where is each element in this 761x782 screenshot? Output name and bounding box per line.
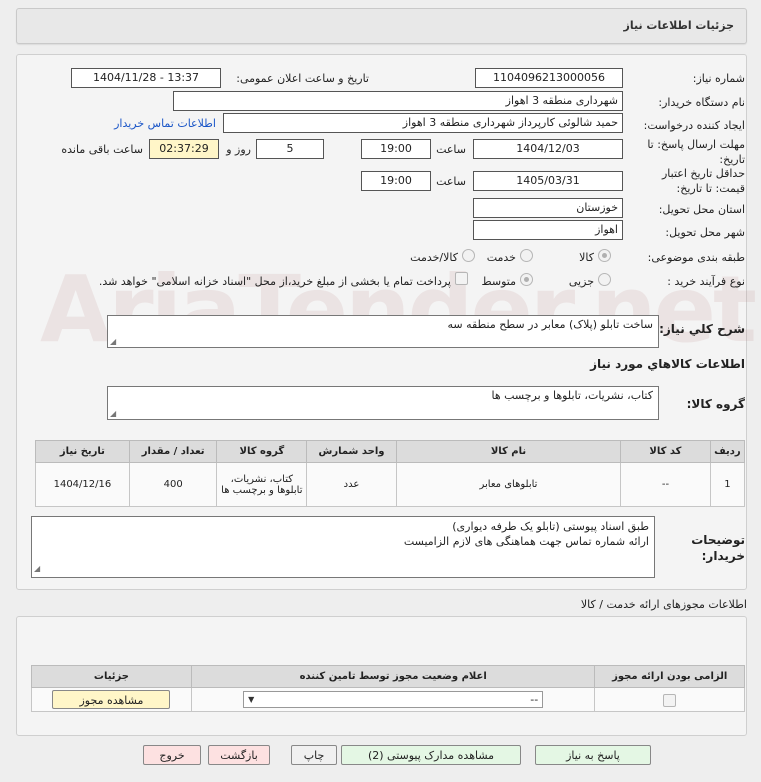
buyer-notes-textarea[interactable]: طبق اسناد پیوستی (تابلو یک طرفه دیواری) … xyxy=(31,516,655,578)
col-row: ردیف xyxy=(709,440,746,463)
process-radio-medium[interactable] xyxy=(520,273,533,286)
col-name: نام کالا xyxy=(395,440,622,463)
goods-table: ردیف کد کالا نام کالا واحد شمارش گروه کا… xyxy=(35,440,746,507)
validity-time-label: ساعت xyxy=(436,175,466,188)
remaining-time-label: ساعت باقی مانده xyxy=(61,143,143,156)
col-qty: تعداد / مقدار xyxy=(128,440,218,463)
cell-group: کتاب، نشریات، تابلوها و برچسب ها xyxy=(216,462,308,507)
category-label: طبقه بندی موضوعی: xyxy=(647,251,745,264)
resize-grip-icon[interactable]: ◢ xyxy=(110,337,116,346)
cell-date: 1404/12/16 xyxy=(35,462,130,507)
permit-status-select[interactable]: -- ▼ xyxy=(243,691,544,708)
page-header: جزئیات اطلاعات نیاز xyxy=(16,8,747,44)
cell-permit-required xyxy=(594,687,745,712)
chevron-down-icon: ▼ xyxy=(248,695,255,704)
reply-date-field[interactable]: 1404/12/03 xyxy=(473,139,623,159)
category-goods-service-label: کالا/خدمت xyxy=(410,251,458,264)
treasury-payment-checkbox[interactable] xyxy=(455,272,468,285)
exit-button[interactable]: خروج xyxy=(143,745,201,765)
cell-permit-status: -- ▼ xyxy=(190,687,596,712)
goods-group-textarea[interactable]: کتاب، نشریات، تابلوها و برچسب ها ◢ xyxy=(107,386,659,420)
cell-code: -- xyxy=(620,462,711,507)
goods-section-title: اطلاعات کالاهاي مورد نياز xyxy=(590,357,745,371)
days-label: روز و xyxy=(226,143,251,156)
treasury-payment-note: پرداخت تمام یا بخشی از مبلغ خرید،از محل … xyxy=(98,275,451,288)
resize-grip-icon[interactable]: ◢ xyxy=(110,409,116,418)
view-permit-button[interactable]: مشاهده مجوز xyxy=(52,690,171,709)
page-title: جزئیات اطلاعات نیاز xyxy=(623,19,735,32)
validity-time-field[interactable]: 19:00 xyxy=(361,171,431,191)
view-attachments-button[interactable]: مشاهده مدارک پیوستی (2) xyxy=(341,745,521,765)
cell-name: تابلوهای معابر xyxy=(395,462,622,507)
col-code: کد کالا xyxy=(620,440,711,463)
city-label: شهر محل تحویل: xyxy=(665,226,745,239)
permit-status-value: -- xyxy=(530,693,539,706)
col-permit-required: الزامی بودن ارائه مجوز xyxy=(594,665,745,688)
buyer-org-field[interactable]: شهرداری منطقه 3 اهواز xyxy=(173,91,623,111)
contact-buyer-link[interactable]: اطلاعات تماس خریدار xyxy=(114,117,216,130)
reply-time-label: ساعت xyxy=(436,143,466,156)
buyer-notes-line-2: ارائه شماره تماس جهت هماهنگی های لازم ال… xyxy=(403,535,649,548)
validity-date-field[interactable]: 1405/03/31 xyxy=(473,171,623,191)
summary-label: شرح کلي نياز: xyxy=(659,322,745,336)
col-group: گروه کالا xyxy=(216,440,308,463)
cell-permit-details: مشاهده مجوز xyxy=(31,687,192,712)
table-row[interactable]: 1 -- تابلوهای معابر عدد کتاب، نشریات، تا… xyxy=(35,462,746,507)
requester-field[interactable]: حمید شالوئی کارپرداز شهرداری منطقه 3 اهو… xyxy=(223,113,623,133)
goods-group-text: کتاب، نشریات، تابلوها و برچسب ها xyxy=(491,389,653,402)
process-minor-label: جزیی xyxy=(568,275,594,288)
col-permit-status: اعلام وضعیت مجوز توسط تامین کننده xyxy=(190,665,596,688)
col-unit: واحد شمارش xyxy=(306,440,397,463)
buyer-notes-label: توضیحات خریدار: xyxy=(691,533,745,563)
table-row: -- ▼ مشاهده مجوز xyxy=(31,687,745,712)
buyer-notes-line-1: طبق اسناد پیوستی (تابلو یک طرفه دیواری) xyxy=(452,520,649,533)
province-label: استان محل تحویل: xyxy=(658,203,745,216)
reply-to-need-button[interactable]: پاسخ به نیاز xyxy=(535,745,651,765)
need-number-field[interactable]: 1104096213000056 xyxy=(475,68,623,88)
col-permit-details: جزئیات xyxy=(31,665,192,688)
buyer-org-label: نام دستگاه خریدار: xyxy=(658,96,745,109)
announce-field[interactable]: 1404/11/28 - 13:37 xyxy=(71,68,221,88)
col-date: تاریخ نیاز xyxy=(35,440,130,463)
goods-group-label: گروه کالا: xyxy=(686,397,745,411)
goods-table-header: ردیف کد کالا نام کالا واحد شمارش گروه کا… xyxy=(35,440,746,463)
city-field[interactable]: اهواز xyxy=(473,220,623,240)
reply-deadline-label: مهلت ارسال پاسخ: تا تاریخ: xyxy=(647,138,745,166)
requester-label: ایجاد کننده درخواست: xyxy=(643,119,745,132)
need-number-label: شماره نیاز: xyxy=(692,72,745,85)
print-button[interactable]: چاپ xyxy=(291,745,337,765)
days-field[interactable]: 5 xyxy=(256,139,324,159)
category-radio-goods[interactable] xyxy=(598,249,611,262)
category-service-label: خدمت xyxy=(486,251,516,264)
permits-table-header: الزامی بودن ارائه مجوز اعلام وضعیت مجوز … xyxy=(31,665,745,688)
permit-required-checkbox xyxy=(663,693,677,707)
remaining-time-field: 02:37:29 xyxy=(149,139,219,159)
price-validity-label: حداقل تاریخ اعتبار قیمت: تا تاریخ: xyxy=(661,167,745,195)
category-goods-label: کالا xyxy=(579,251,594,264)
reply-time-field[interactable]: 19:00 xyxy=(361,139,431,159)
cell-qty: 400 xyxy=(128,462,218,507)
summary-textarea[interactable]: ساخت تابلو (پلاک) معابر در سطح منطقه سه … xyxy=(107,315,659,348)
process-medium-label: متوسط xyxy=(481,275,516,288)
cell-row: 1 xyxy=(709,462,746,507)
permits-section-title: اطلاعات مجوزهای ارائه خدمت / کالا xyxy=(580,598,747,611)
permits-table: الزامی بودن ارائه مجوز اعلام وضعیت مجوز … xyxy=(31,665,745,712)
process-label: نوع فرآیند خرید : xyxy=(667,275,745,288)
category-radio-service[interactable] xyxy=(520,249,533,262)
back-button[interactable]: بازگشت xyxy=(208,745,270,765)
resize-grip-icon[interactable]: ◢ xyxy=(34,561,40,576)
summary-text: ساخت تابلو (پلاک) معابر در سطح منطقه سه xyxy=(447,318,653,331)
process-radio-minor[interactable] xyxy=(598,273,611,286)
announce-label: تاریخ و ساعت اعلان عمومی: xyxy=(236,72,369,85)
category-radio-goods-service[interactable] xyxy=(462,249,475,262)
province-field[interactable]: خوزستان xyxy=(473,198,623,218)
cell-unit: عدد xyxy=(306,462,397,507)
